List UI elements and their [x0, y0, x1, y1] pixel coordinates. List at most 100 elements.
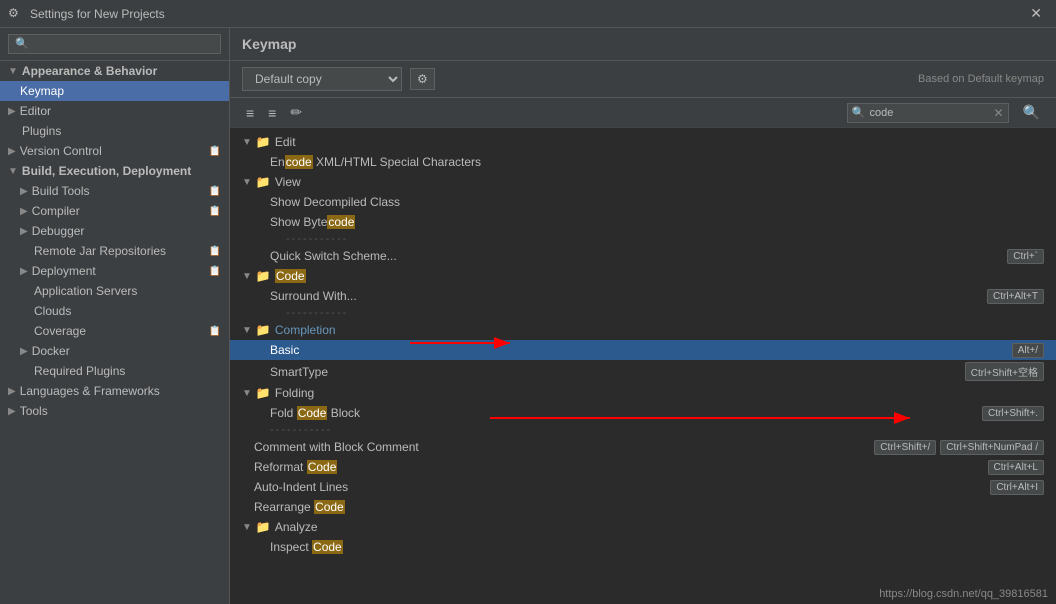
separator-2: ----------- [230, 306, 1056, 320]
row-label: Reformat Code [254, 460, 984, 474]
row-label: Comment with Block Comment [254, 440, 870, 454]
sidebar-item-languages[interactable]: ▶ Languages & Frameworks [0, 381, 229, 401]
sidebar-item-label: Build Tools [32, 184, 90, 198]
sidebar-item-deployment[interactable]: ▶ Deployment 📋 [0, 261, 229, 281]
find-action-button[interactable]: 🔍 [1019, 102, 1044, 123]
keymap-toolbar: Default copy ⚙ Based on Default keymap [230, 61, 1056, 98]
keymap-list: ▼ 📁 Edit Encode XML/HTML Special Charact… [230, 128, 1056, 604]
sidebar-item-required-plugins[interactable]: Required Plugins [0, 361, 229, 381]
arrow-icon: ▶ [8, 146, 16, 157]
sidebar-item-label: Keymap [20, 84, 64, 98]
basic-completion-row[interactable]: Basic Alt+/ [230, 340, 1056, 360]
row-label: SmartType [270, 365, 961, 379]
sidebar-search-container [0, 28, 229, 61]
inspect-code-row[interactable]: Inspect Code [230, 537, 1056, 557]
sidebar: ▼ Appearance & Behavior Keymap ▶ Editor … [0, 28, 230, 604]
rearrange-code-row[interactable]: Rearrange Code [230, 497, 1056, 517]
folding-folder[interactable]: ▼ 📁 Folding [230, 383, 1056, 403]
sidebar-item-application-servers[interactable]: Application Servers [0, 281, 229, 301]
keymap-list-container: ▼ 📁 Edit Encode XML/HTML Special Charact… [230, 128, 1056, 604]
copy-icon: 📋 [209, 266, 221, 277]
sidebar-item-label: Appearance & Behavior [22, 64, 157, 78]
sidebar-item-editor[interactable]: ▶ Editor [0, 101, 229, 121]
copy-icon: 📋 [209, 246, 221, 257]
sidebar-item-tools[interactable]: ▶ Tools [0, 401, 229, 421]
arrow-icon: ▶ [20, 266, 28, 277]
shortcut-badge: Ctrl+Alt+L [988, 460, 1044, 475]
shortcut-badge: Ctrl+Shift+空格 [965, 362, 1044, 381]
collapse-all-button[interactable]: ≡ [242, 103, 258, 123]
sidebar-item-build-tools[interactable]: ▶ Build Tools 📋 [0, 181, 229, 201]
sidebar-item-label: Languages & Frameworks [20, 384, 160, 398]
sidebar-item-docker[interactable]: ▶ Docker [0, 341, 229, 361]
show-bytecode-row[interactable]: Show Bytecode [230, 212, 1056, 232]
sidebar-item-label: Compiler [32, 204, 80, 218]
sidebar-item-build-execution[interactable]: ▼ Build, Execution, Deployment [0, 161, 229, 181]
arrow-icon: ▶ [20, 186, 28, 197]
search-icon: 🔍 [852, 106, 866, 119]
sidebar-item-appearance[interactable]: ▼ Appearance & Behavior [0, 61, 229, 81]
sidebar-item-debugger[interactable]: ▶ Debugger [0, 221, 229, 241]
keymap-select[interactable]: Default copy [242, 67, 402, 91]
edit-folder[interactable]: ▼ 📁 Edit [230, 132, 1056, 152]
sidebar-search-input[interactable] [8, 34, 221, 54]
auto-indent-row[interactable]: Auto-Indent Lines Ctrl+Alt+I [230, 477, 1056, 497]
keymap-search-field: 🔍 code ✕ [847, 103, 1009, 123]
highlight-code: Code [307, 460, 338, 474]
shortcut-badge: Ctrl+` [1007, 249, 1044, 264]
app-icon: ⚙ [8, 6, 24, 22]
copy-icon: 📋 [209, 186, 221, 197]
completion-folder[interactable]: ▼ 📁 Completion [230, 320, 1056, 340]
highlight-code: Code [297, 406, 328, 420]
shortcut-badge: Ctrl+Shift+. [982, 406, 1044, 421]
sidebar-item-plugins[interactable]: Plugins [0, 121, 229, 141]
copy-icon: 📋 [209, 146, 221, 157]
sidebar-item-label: Version Control [20, 144, 102, 158]
folder-icon: 📁 [256, 323, 271, 337]
encode-xml-row[interactable]: Encode XML/HTML Special Characters [230, 152, 1056, 172]
keymap-search-input[interactable]: code [870, 107, 990, 119]
sidebar-item-keymap[interactable]: Keymap [0, 81, 229, 101]
shortcut-badge-1: Ctrl+Shift+/ [874, 440, 936, 455]
expand-all-button[interactable]: ≡ [264, 103, 280, 123]
keymap-gear-button[interactable]: ⚙ [410, 68, 435, 90]
keymap-actions-bar: ≡ ≡ ✏ 🔍 code ✕ 🔍 [230, 98, 1056, 128]
content-panel: Keymap Default copy ⚙ Based on Default k… [230, 28, 1056, 604]
reformat-code-row[interactable]: Reformat Code Ctrl+Alt+L [230, 457, 1056, 477]
title-bar: ⚙ Settings for New Projects ✕ [0, 0, 1056, 28]
shortcut-badge: Ctrl+Alt+I [990, 480, 1044, 495]
highlight-code: Code [275, 269, 306, 283]
quick-switch-row[interactable]: Quick Switch Scheme... Ctrl+` [230, 246, 1056, 266]
fold-code-row[interactable]: Fold Code Block Ctrl+Shift+. [230, 403, 1056, 423]
sidebar-item-coverage[interactable]: Coverage 📋 [0, 321, 229, 341]
show-decompiled-row[interactable]: Show Decompiled Class [230, 192, 1056, 212]
expand-arrow: ▼ [242, 325, 252, 336]
expand-arrow: ▼ [242, 177, 252, 188]
row-label: Rearrange Code [254, 500, 1044, 514]
smart-type-row[interactable]: SmartType Ctrl+Shift+空格 [230, 360, 1056, 383]
sidebar-item-version-control[interactable]: ▶ Version Control 📋 [0, 141, 229, 161]
sidebar-item-compiler[interactable]: ▶ Compiler 📋 [0, 201, 229, 221]
edit-button[interactable]: ✏ [286, 102, 306, 123]
row-label: Edit [275, 135, 1044, 149]
row-label: Folding [275, 386, 1044, 400]
arrow-icon: ▶ [20, 226, 28, 237]
view-folder[interactable]: ▼ 📁 View [230, 172, 1056, 192]
shortcut-badge-2: Ctrl+Shift+NumPad / [940, 440, 1044, 455]
sidebar-item-remote-jar[interactable]: Remote Jar Repositories 📋 [0, 241, 229, 261]
copy-icon: 📋 [209, 326, 221, 337]
search-clear-button[interactable]: ✕ [994, 106, 1004, 120]
arrow-icon: ▼ [8, 66, 18, 77]
row-label: Code [275, 269, 1044, 283]
separator-3: ----------- [230, 423, 1056, 437]
arrow-icon: ▶ [8, 406, 16, 417]
url-label: https://blog.csdn.net/qq_39816581 [879, 588, 1048, 600]
row-label: Fold Code Block [270, 406, 978, 420]
code-folder[interactable]: ▼ 📁 Code [230, 266, 1056, 286]
surround-with-row[interactable]: Surround With... Ctrl+Alt+T [230, 286, 1056, 306]
close-button[interactable]: ✕ [1024, 3, 1048, 24]
comment-block-row[interactable]: Comment with Block Comment Ctrl+Shift+/ … [230, 437, 1056, 457]
expand-arrow: ▼ [242, 137, 252, 148]
analyze-folder[interactable]: ▼ 📁 Analyze [230, 517, 1056, 537]
sidebar-item-clouds[interactable]: Clouds [0, 301, 229, 321]
